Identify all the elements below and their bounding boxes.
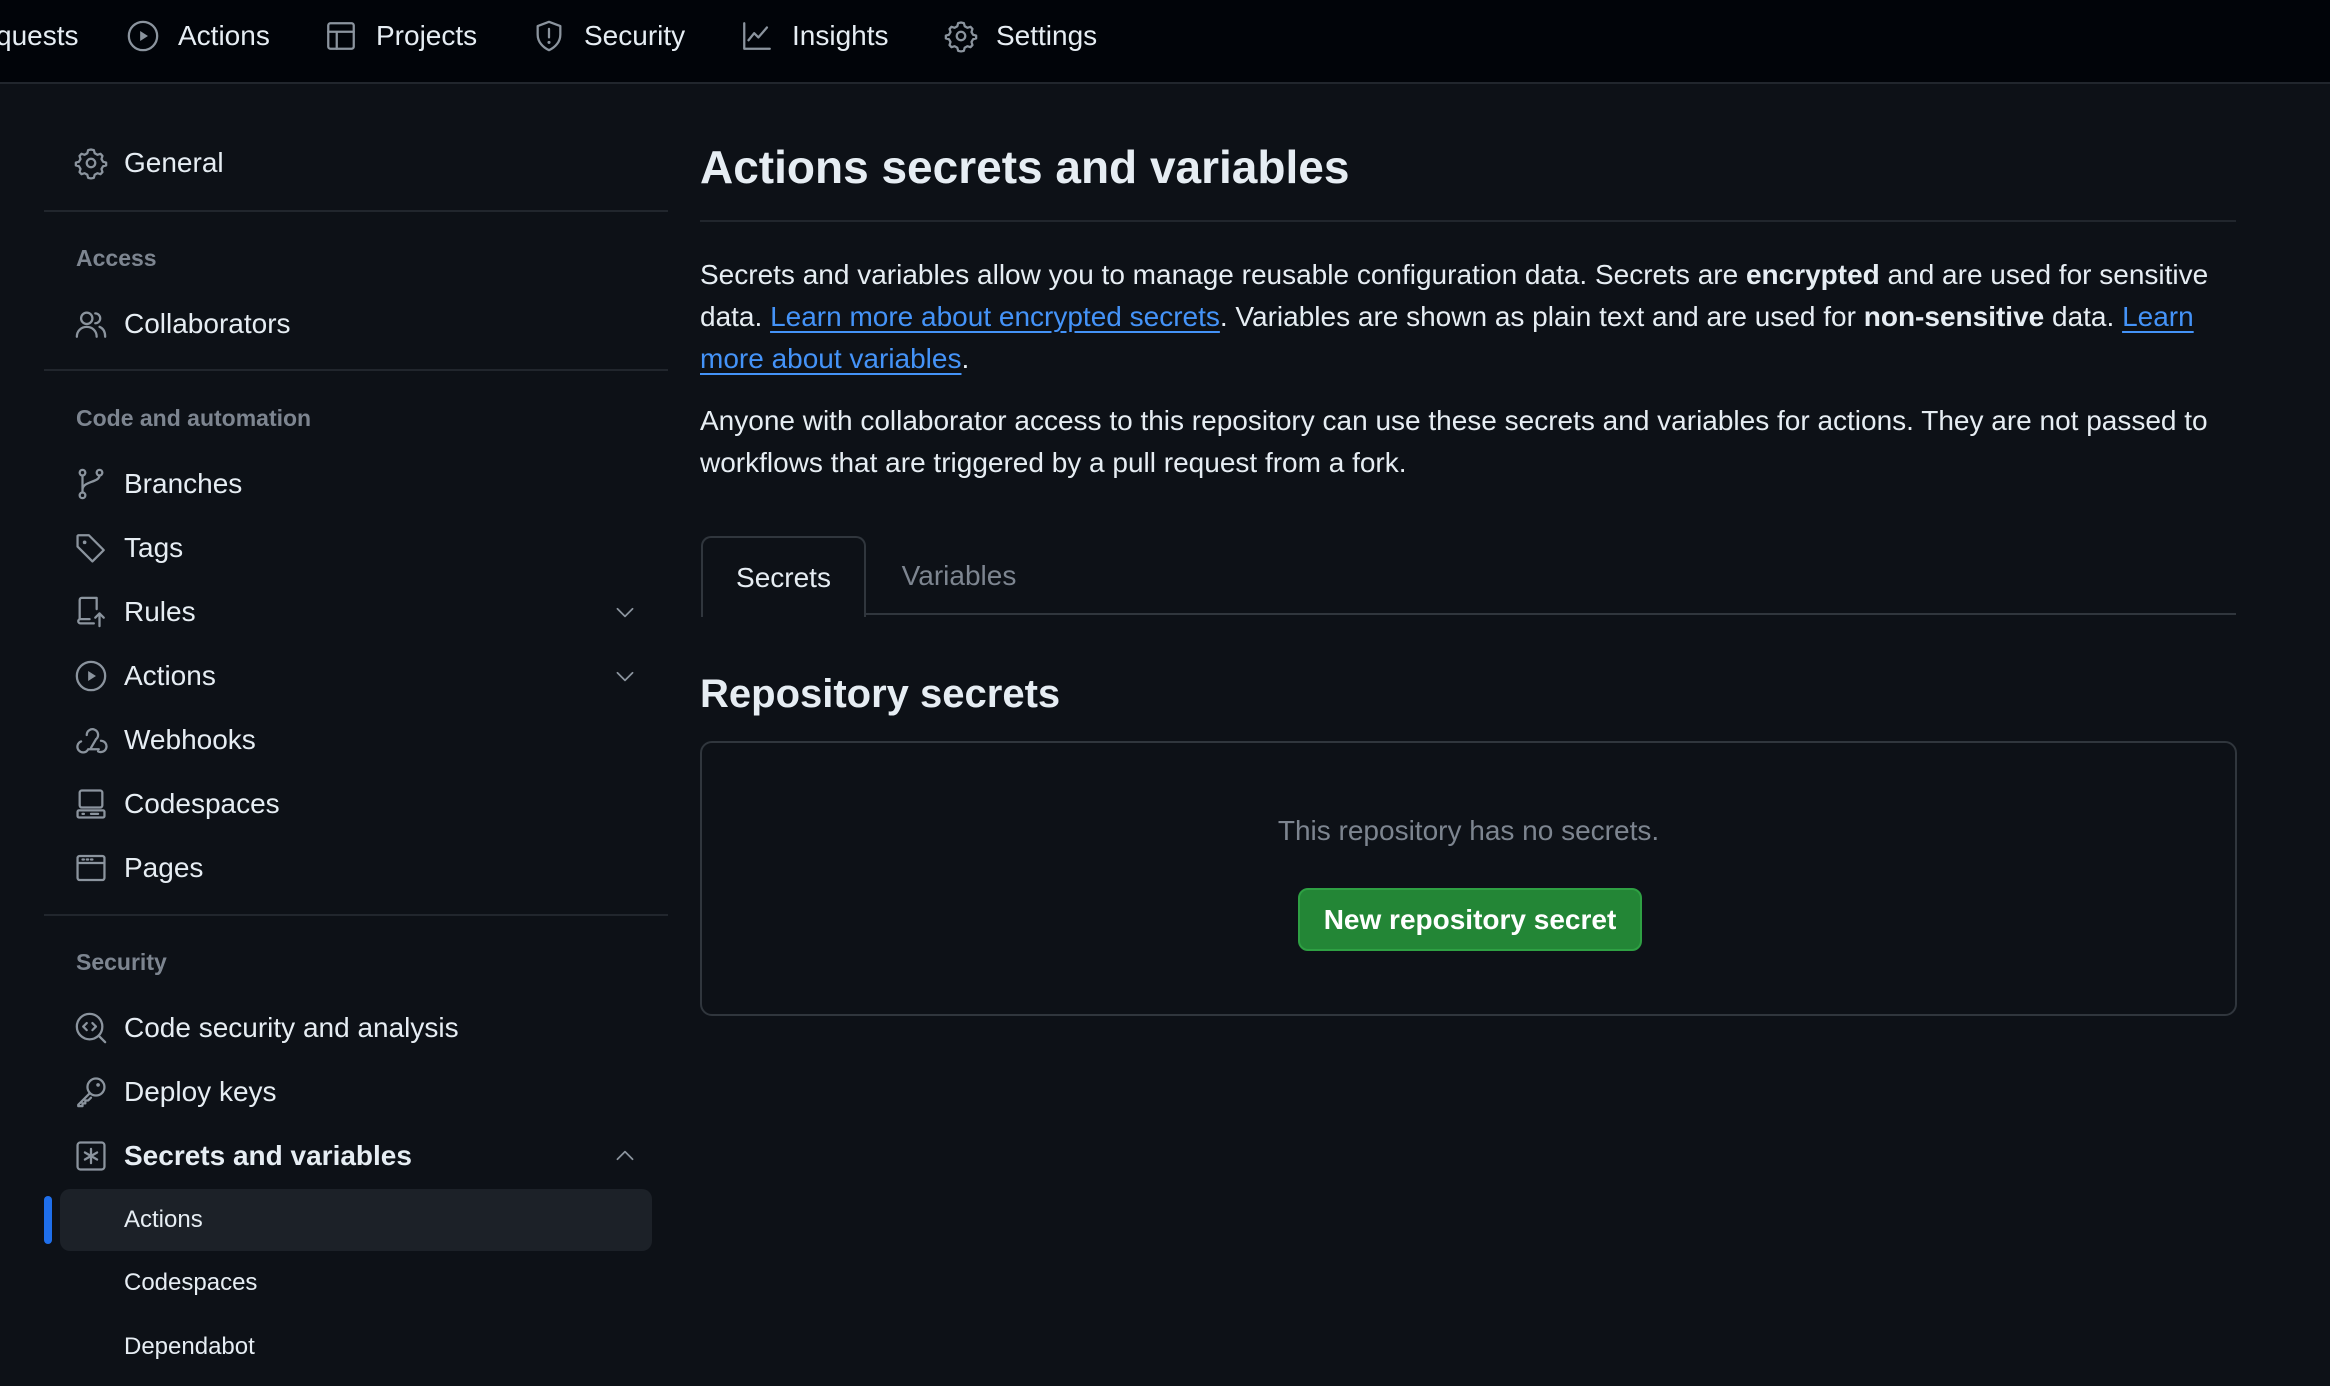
sidebar-item-label: Secrets and variables — [124, 1140, 412, 1171]
sidebar-item-collaborators[interactable]: Collaborators — [60, 295, 652, 353]
sidebar-section-access: Access — [76, 245, 157, 271]
gear-icon — [74, 148, 108, 180]
sidebar-subitem-codespaces[interactable]: Codespaces — [60, 1254, 652, 1312]
key-icon — [77, 1077, 106, 1108]
graph-icon — [743, 22, 771, 50]
sidebar-item-tags[interactable]: Tags — [60, 519, 652, 577]
play-icon — [75, 660, 107, 692]
people-icon — [75, 311, 107, 338]
sidebar-divider — [44, 210, 668, 212]
shield-icon — [536, 20, 562, 52]
sidebar-section-security: Security — [76, 949, 167, 975]
sidebar-item-actions[interactable]: Actions — [60, 647, 652, 705]
branch-icon — [78, 468, 104, 500]
sidebar-item-label: General — [124, 147, 224, 178]
chevron-down-icon[interactable] — [612, 663, 638, 689]
sidebar-item-rules[interactable]: Rules — [60, 583, 652, 641]
learn-more-secrets-link[interactable]: Learn more about encrypted secrets — [770, 301, 1220, 332]
intro-paragraph: Secrets and variables allow you to manag… — [700, 254, 2240, 380]
repo-nav-bar: quests Actions Projects Security Insight… — [0, 0, 2330, 84]
repository-secrets-heading: Repository secrets — [700, 672, 1061, 716]
new-repository-secret-button[interactable]: New repository secret — [1298, 888, 1642, 951]
tag-icon — [76, 534, 105, 563]
tab-bar-border — [865, 613, 2236, 615]
sidebar-item-label: Tags — [124, 532, 184, 563]
sidebar-item-secrets-variables[interactable]: Secrets and variables — [60, 1127, 652, 1185]
sidebar-item-label: Rules — [124, 596, 196, 627]
sidebar-item-label: Dependabot — [124, 1333, 255, 1360]
sidebar-item-general[interactable]: General — [60, 134, 652, 192]
nav-tab-actions[interactable]: Actions — [126, 0, 270, 72]
codespaces-icon — [76, 789, 106, 819]
sidebar-item-pages[interactable]: Pages — [60, 839, 652, 897]
chevron-up-icon[interactable] — [612, 1143, 638, 1169]
sidebar-subitem-dependabot[interactable]: Dependabot — [60, 1318, 652, 1376]
sidebar-item-code-security[interactable]: Code security and analysis — [60, 999, 652, 1057]
tab-variables[interactable]: Variables — [866, 536, 1052, 615]
page-title: Actions secrets and variables — [700, 141, 1350, 193]
sidebar-item-label: Actions — [124, 1206, 203, 1233]
sidebar-item-deploy-keys[interactable]: Deploy keys — [60, 1063, 652, 1121]
table-icon — [327, 22, 355, 50]
key-asterisk-icon — [76, 1141, 106, 1171]
nav-tab-label: Settings — [996, 20, 1098, 51]
nav-tab-settings[interactable]: Settings — [944, 0, 1097, 72]
repo-push-icon — [77, 596, 105, 628]
nav-tab-projects[interactable]: Projects — [324, 0, 477, 72]
access-note: Anyone with collaborator access to this … — [700, 405, 2208, 478]
sidebar-divider — [44, 369, 668, 371]
sidebar-item-label: Codespaces — [124, 788, 280, 819]
sidebar-item-codespaces[interactable]: Codespaces — [60, 775, 652, 833]
sidebar-item-label: Code security and analysis — [124, 1012, 459, 1043]
intro-text: data. — [2044, 301, 2123, 332]
browser-icon — [76, 854, 106, 882]
tab-secrets[interactable]: Secrets — [701, 536, 866, 617]
nav-tab-label: quests — [0, 20, 79, 51]
sidebar-item-label: Deploy keys — [124, 1076, 277, 1107]
intro-text: . Variables are shown as plain text and … — [1219, 301, 1864, 332]
tab-label: Secrets — [736, 561, 831, 593]
chevron-down-icon[interactable] — [612, 599, 638, 625]
sidebar-item-label: Actions — [124, 660, 216, 691]
sidebar-subitem-actions[interactable]: Actions — [60, 1189, 652, 1251]
sidebar-item-label: Codespaces — [124, 1269, 258, 1296]
gear-icon — [944, 21, 978, 53]
nav-tab-insights[interactable]: Insights — [740, 0, 889, 72]
intro-text: . — [961, 343, 970, 374]
intro-bold-encrypted: encrypted — [1745, 259, 1880, 290]
nav-tab-label: Security — [584, 20, 686, 51]
nav-tab-security[interactable]: Security — [532, 0, 685, 72]
empty-state-text: This repository has no secrets. — [1277, 815, 1660, 846]
sidebar-item-label: Pages — [124, 852, 204, 883]
sidebar-section-code-automation: Code and automation — [76, 405, 312, 431]
nav-tab-label: Insights — [792, 20, 889, 51]
sidebar-item-webhooks[interactable]: Webhooks — [60, 711, 652, 769]
codescan-icon — [75, 1012, 107, 1044]
intro-text: Secrets and variables allow you to manag… — [700, 259, 1746, 290]
play-icon — [127, 20, 159, 52]
sidebar-item-label: Branches — [124, 468, 243, 499]
tab-label: Variables — [901, 559, 1017, 591]
nav-tab-label: Actions — [178, 20, 270, 51]
sidebar-item-label: Webhooks — [124, 724, 256, 755]
sidebar-divider — [44, 914, 668, 916]
nav-tab-label: Projects — [376, 20, 478, 51]
sidebar-item-branches[interactable]: Branches — [60, 455, 652, 513]
nav-tab-pull-requests[interactable]: quests — [0, 0, 79, 72]
active-item-indicator — [44, 1196, 52, 1244]
intro-bold-non-sensitive: non-sensitive — [1863, 301, 2045, 332]
webhook-icon — [76, 728, 108, 754]
sidebar-item-label: Collaborators — [124, 308, 291, 339]
title-divider — [700, 220, 2236, 222]
secrets-empty-state-box: This repository has no secrets. New repo… — [700, 741, 2237, 1016]
